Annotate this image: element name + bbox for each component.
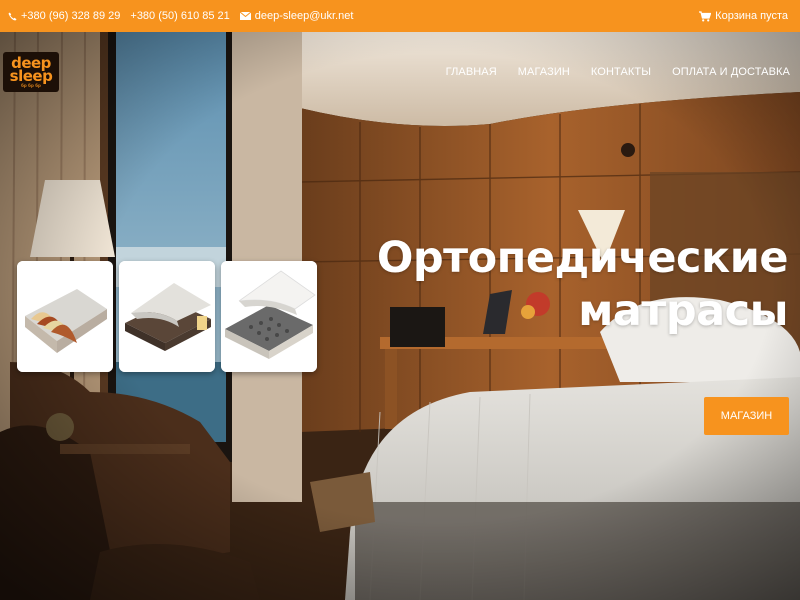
nav-item-payment-delivery[interactable]: ОПЛАТА И ДОСТАВКА — [672, 66, 790, 78]
phone-1[interactable]: +380 (96) 328 89 29 — [8, 10, 120, 22]
cart-icon — [699, 10, 712, 21]
phone-1-text: +380 (96) 328 89 29 — [21, 10, 121, 22]
mattress-cover-image — [119, 261, 215, 372]
phone-2[interactable]: +380 (50) 610 85 21 — [130, 10, 229, 22]
nav-item-contacts[interactable]: КОНТАКТЫ — [591, 66, 651, 78]
email-link[interactable]: deep-sleep@ukr.net — [239, 10, 354, 22]
main-nav: ГЛАВНАЯ МАГАЗИН КОНТАКТЫ ОПЛАТА И ДОСТАВ… — [425, 66, 790, 78]
hero-title-line-1: Ортопедические — [376, 233, 789, 283]
cart-link[interactable]: Корзина пуста — [699, 10, 788, 22]
cart-text: Корзина пуста — [715, 10, 788, 22]
logo-line-2: sleep — [9, 66, 53, 85]
envelope-icon — [239, 12, 251, 20]
nav-item-home[interactable]: ГЛАВНАЯ — [446, 66, 497, 78]
logo-tagline: бр бр бр — [21, 82, 41, 88]
shop-button[interactable]: МАГАЗИН — [704, 397, 789, 435]
top-contact-bar: +380 (96) 328 89 29 +380 (50) 610 85 21 … — [0, 0, 800, 32]
mattress-card-cover[interactable] — [119, 261, 215, 372]
mattress-layers-image — [17, 261, 113, 372]
mattress-springs-image — [221, 261, 317, 372]
email-text: deep-sleep@ukr.net — [254, 10, 354, 22]
mattress-card-springs[interactable] — [221, 261, 317, 372]
mattress-card-layers[interactable] — [17, 261, 113, 372]
phone-2-text: +380 (50) 610 85 21 — [130, 10, 230, 22]
hero-title: Ортопедические матрасы — [368, 232, 789, 338]
hero-title-line-2: матрасы — [578, 286, 788, 336]
nav-item-shop[interactable]: МАГАЗИН — [518, 66, 570, 78]
site-logo[interactable]: deep sleep бр бр бр — [3, 52, 59, 92]
phone-icon — [8, 11, 17, 21]
